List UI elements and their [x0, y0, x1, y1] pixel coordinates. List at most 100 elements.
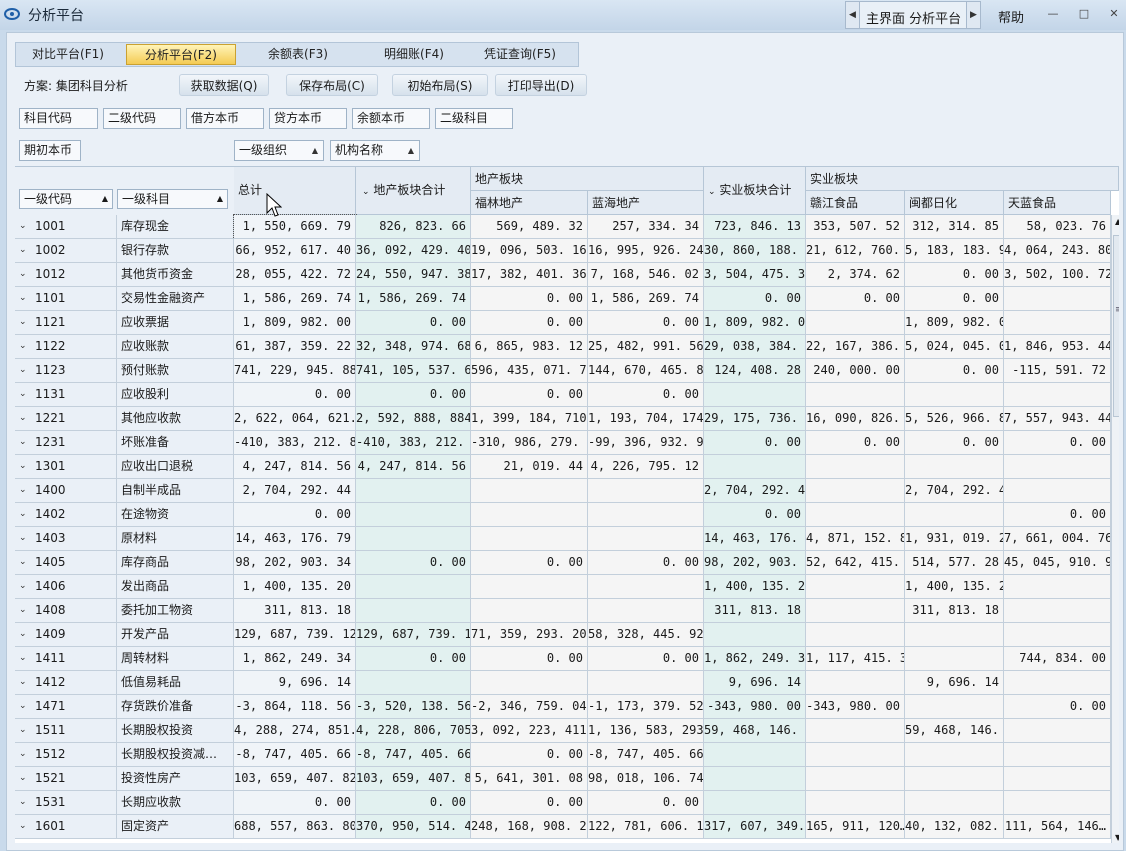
filter-chip-opening-balance[interactable]: 期初本币 [19, 140, 81, 161]
value-cell[interactable]: 3, 092, 223, 411. 56 [471, 719, 588, 743]
value-cell[interactable] [905, 503, 1004, 527]
value-cell[interactable] [806, 623, 905, 647]
table-row[interactable]: ⌄ 1521 投资性房产 103, 659, 407. 82 103, 659, 407… [15, 767, 1119, 791]
row-code-cell[interactable]: ⌄ 1406 [15, 575, 117, 599]
row-account-name[interactable]: 委托加工物资 [117, 599, 234, 623]
row-code-cell[interactable]: ⌄ 1402 [15, 503, 117, 527]
value-cell[interactable]: 0. 00 [588, 311, 704, 335]
chevron-down-icon[interactable]: ⌄ [19, 263, 27, 286]
row-code-cell[interactable]: ⌄ 1122 [15, 335, 117, 359]
value-cell[interactable]: 311, 813. 18 [234, 599, 356, 623]
value-cell[interactable]: 248, 168, 908. 28 [471, 815, 588, 839]
value-cell[interactable] [588, 575, 704, 599]
row-code-cell[interactable]: ⌄ 1221 [15, 407, 117, 431]
row-dim-code[interactable]: 一级代码 ▲ [19, 189, 113, 209]
value-cell[interactable]: 5, 024, 045. 06 [905, 335, 1004, 359]
chevron-down-icon[interactable]: ⌄ [19, 767, 27, 790]
col-header-ganjiang[interactable]: 赣江食品 [806, 191, 905, 215]
chevron-down-icon[interactable]: ⌄ [19, 383, 27, 406]
table-row[interactable]: ⌄ 1001 库存现金 1, 550, 669. 79 826, 823. 66 569,… [15, 214, 1119, 240]
value-cell[interactable]: 1, 193, 704, 174. 36 [588, 407, 704, 431]
value-cell[interactable] [704, 743, 806, 767]
chevron-down-icon[interactable]: ⌄ [19, 479, 27, 502]
value-cell[interactable]: 0. 00 [471, 791, 588, 815]
row-account-name[interactable]: 低值易耗品 [117, 671, 234, 695]
value-cell[interactable]: 1, 136, 583, 293. 86 [588, 719, 704, 743]
value-cell[interactable]: 2, 704, 292. 44 [905, 479, 1004, 503]
value-cell[interactable]: 596, 435, 071. 76 [471, 359, 588, 383]
value-cell[interactable]: 29, 038, 384. 54 [704, 335, 806, 359]
value-cell[interactable]: 14, 463, 176. 79 [234, 527, 356, 551]
table-row[interactable]: ⌄ 1601 固定资产 688, 557, 863. 80 370, 950, 514.… [15, 815, 1119, 839]
row-code-cell[interactable]: ⌄ 1408 [15, 599, 117, 623]
row-account-name[interactable]: 应收账款 [117, 335, 234, 359]
value-cell[interactable]: 144, 670, 465. 84 [588, 359, 704, 383]
row-account-name[interactable]: 长期股权投资减… [117, 743, 234, 767]
value-cell[interactable]: 58, 023. 76 [1004, 215, 1111, 239]
col-header-mindu[interactable]: 闽都日化 [905, 191, 1004, 215]
value-cell[interactable] [905, 743, 1004, 767]
value-cell[interactable]: 21, 612, 760. 26 [806, 239, 905, 263]
value-cell[interactable] [471, 503, 588, 527]
col-header-tianlan[interactable]: 天蓝食品 [1004, 191, 1111, 215]
field-chip-secondary-code[interactable]: 二级代码 [103, 108, 181, 129]
value-cell[interactable]: 0. 00 [234, 383, 356, 407]
value-cell[interactable] [1004, 311, 1111, 335]
row-code-cell[interactable]: ⌄ 1131 [15, 383, 117, 407]
chevron-down-icon[interactable]: ⌄ [19, 527, 27, 550]
row-account-name[interactable]: 发出商品 [117, 575, 234, 599]
column-dim-institution[interactable]: 机构名称 ▲ [330, 140, 420, 161]
row-account-name[interactable]: 库存商品 [117, 551, 234, 575]
value-cell[interactable]: 9, 696. 14 [704, 671, 806, 695]
table-row[interactable]: ⌄ 1012 其他货币资金 28, 055, 422. 72 24, 550, 947.… [15, 263, 1119, 287]
chevron-down-icon[interactable]: ⌄ [19, 359, 27, 382]
table-row[interactable]: ⌄ 1221 其他应收款2, 622, 064, 621. 502, 592, 88… [15, 407, 1119, 431]
row-code-cell[interactable]: ⌄ 1400 [15, 479, 117, 503]
value-cell[interactable]: 9, 696. 14 [905, 671, 1004, 695]
value-cell[interactable] [588, 599, 704, 623]
col-header-lanhai[interactable]: 蓝海地产 [588, 191, 704, 215]
value-cell[interactable] [1004, 599, 1111, 623]
value-cell[interactable]: 1, 400, 135. 20 [905, 575, 1004, 599]
value-cell[interactable]: 4, 288, 274, 851. 83 [234, 719, 356, 743]
value-cell[interactable]: -8, 747, 405. 66 [356, 743, 471, 767]
value-cell[interactable] [471, 599, 588, 623]
value-cell[interactable] [905, 623, 1004, 647]
value-cell[interactable]: 129, 687, 739. 12 [356, 623, 471, 647]
col-header-group1-total[interactable]: ⌄ 地产板块合计 [356, 167, 471, 215]
table-row[interactable]: ⌄ 1408 委托加工物资 311, 813. 18 311, 813. 18 311, … [15, 599, 1119, 623]
value-cell[interactable] [905, 383, 1004, 407]
col-header-total[interactable]: 总计 [234, 167, 356, 215]
value-cell[interactable] [356, 479, 471, 503]
value-cell[interactable] [806, 719, 905, 743]
value-cell[interactable]: 311, 813. 18 [704, 599, 806, 623]
value-cell[interactable] [806, 503, 905, 527]
row-code-cell[interactable]: ⌄ 1512 [15, 743, 117, 767]
row-code-cell[interactable]: ⌄ 1521 [15, 767, 117, 791]
row-account-name[interactable]: 在途物资 [117, 503, 234, 527]
value-cell[interactable] [704, 791, 806, 815]
value-cell[interactable]: 19, 096, 503. 16 [471, 239, 588, 263]
value-cell[interactable]: 0. 00 [356, 311, 471, 335]
chevron-down-icon[interactable]: ⌄ [19, 815, 27, 838]
value-cell[interactable] [806, 767, 905, 791]
value-cell[interactable] [1004, 767, 1111, 791]
value-cell[interactable]: 1, 862, 249. 34 [704, 647, 806, 671]
table-row[interactable]: ⌄ 1122 应收账款 61, 387, 359. 22 32, 348, 974. 6… [15, 335, 1119, 359]
value-cell[interactable] [588, 503, 704, 527]
value-cell[interactable] [806, 455, 905, 479]
close-icon[interactable]: ✕ [1106, 6, 1122, 22]
chevron-down-icon[interactable]: ⌄ [19, 575, 27, 598]
value-cell[interactable] [905, 647, 1004, 671]
table-row[interactable]: ⌄ 1121 应收票据 1, 809, 982. 00 0. 00 0. 00 0. 00 1… [15, 311, 1119, 335]
value-cell[interactable] [704, 383, 806, 407]
chevron-down-icon[interactable]: ⌄ [19, 647, 27, 670]
value-cell[interactable]: 0. 00 [588, 647, 704, 671]
value-cell[interactable]: 1, 809, 982. 00 [905, 311, 1004, 335]
table-row[interactable]: ⌄ 1405 库存商品 98, 202, 903. 34 0. 00 0. 00 0. 00… [15, 551, 1119, 575]
value-cell[interactable]: 4, 226, 795. 12 [588, 455, 704, 479]
value-cell[interactable]: 0. 00 [704, 287, 806, 311]
chevron-down-icon[interactable]: ⌄ [19, 599, 27, 622]
value-cell[interactable]: 370, 950, 514. 42 [356, 815, 471, 839]
value-cell[interactable]: 0. 00 [356, 791, 471, 815]
